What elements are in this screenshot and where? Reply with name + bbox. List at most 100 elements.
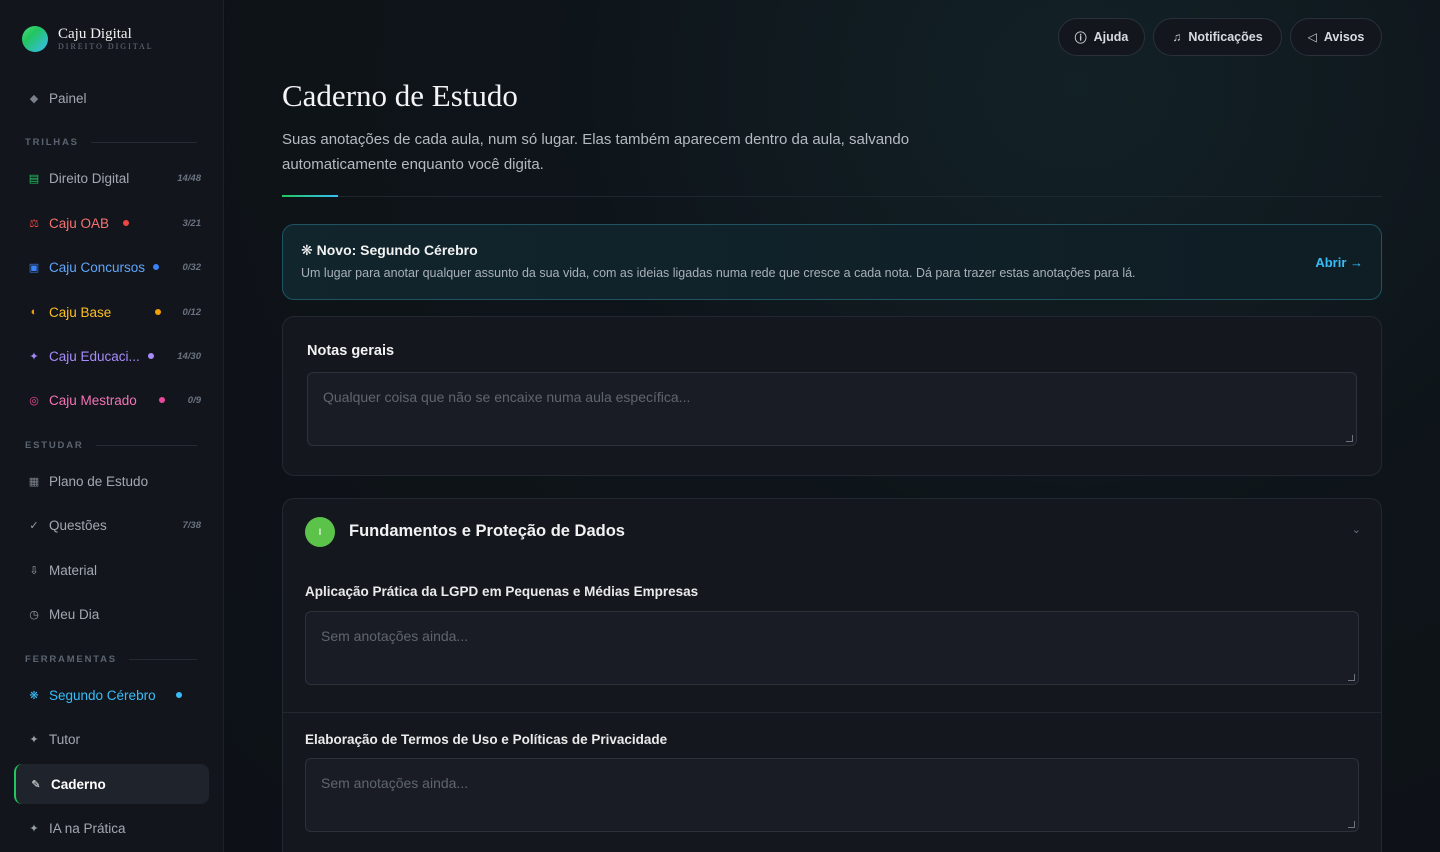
page-subtitle: Suas anotações de cada aula, num só luga… — [282, 131, 910, 173]
sidebar-item-caju-oab[interactable]: ⚖ Caju OAB 3/21 — [14, 204, 209, 242]
status-dot — [158, 397, 165, 403]
check-icon: ✓ — [29, 519, 39, 532]
scales-icon: ⚖ — [29, 217, 39, 230]
textarea-placeholder: Qualquer coisa que não se encaixe numa a… — [323, 389, 691, 405]
help-icon: ⓘ — [1074, 30, 1087, 45]
brand[interactable]: Caju Digital DIREITO DIGITAL — [22, 26, 154, 52]
progress-count: 0/9 — [187, 394, 201, 406]
brand-subtitle: DIREITO DIGITAL — [58, 42, 154, 51]
lesson-notes-textarea[interactable]: Sem anotações ainda... — [305, 758, 1359, 832]
help-button-label: Ajuda — [1093, 30, 1129, 44]
sidebar-item-direito-digital[interactable]: ▤ Direito Digital 14/48 — [14, 159, 209, 197]
sidebar-item-painel[interactable]: ◆ Painel — [14, 79, 209, 117]
progress-count: 0/12 — [182, 306, 202, 318]
lesson-notes-textarea[interactable]: Sem anotações ainda... — [305, 611, 1359, 685]
title-divider — [282, 196, 1382, 197]
diamond-icon: ◆ — [29, 92, 39, 105]
module-title: Fundamentos e Proteção de Dados — [349, 522, 625, 540]
sidebar-item-caju-concursos[interactable]: ▣ Caju Concursos 0/32 — [14, 248, 209, 286]
target-icon: ◎ — [29, 394, 39, 407]
sidebar-item-caderno[interactable]: ✎ Caderno — [14, 764, 209, 804]
sidebar-item-label: Tutor — [49, 731, 81, 747]
sidebar-item-plano-de-estudo[interactable]: ▦ Plano de Estudo — [14, 462, 209, 500]
sidebar-item-label: Material — [49, 562, 98, 578]
sidebar-item-label: Caju Base — [49, 304, 112, 320]
status-dot — [155, 309, 162, 315]
star-icon: ✦ — [29, 733, 39, 746]
sidebar-item-label: Questões — [49, 517, 107, 533]
title-divider-accent — [282, 195, 338, 197]
download-icon: ⇩ — [29, 564, 39, 577]
half-circle-icon: ◐ — [30, 306, 38, 318]
brand-logo — [22, 26, 48, 52]
book-icon: ▤ — [28, 172, 40, 185]
sparkle-icon: ✦ — [29, 350, 39, 363]
lesson-title: Elaboração de Termos de Uso e Políticas … — [305, 732, 668, 747]
lesson-divider — [283, 712, 1381, 713]
sidebar-item-label: Caju Educaci... — [49, 348, 140, 364]
sidebar-item-label: Caju Concursos — [49, 259, 146, 275]
snowflake-icon: ❋ — [29, 689, 39, 702]
resize-handle-icon[interactable] — [1348, 821, 1355, 828]
sidebar-item-label: Meu Dia — [49, 606, 100, 622]
chevron-down-icon[interactable]: ⌄ — [1352, 523, 1361, 536]
clock-icon: ◷ — [29, 608, 39, 621]
page-title: Caderno de Estudo — [282, 78, 518, 113]
progress-count: 7/38 — [182, 519, 202, 531]
segundo-cerebro-banner: ❋ Novo: Segundo Cérebro Um lugar para an… — [282, 224, 1382, 300]
sidebar-item-material[interactable]: ⇩ Material — [14, 551, 209, 589]
module-badge: I — [305, 517, 335, 547]
resize-handle-icon[interactable] — [1346, 435, 1353, 442]
status-dot — [147, 353, 154, 359]
star-icon: ✦ — [29, 822, 39, 835]
notices-button-label: Avisos — [1323, 30, 1365, 44]
status-dot — [153, 264, 160, 270]
help-button[interactable]: ⓘ Ajuda — [1058, 18, 1145, 56]
megaphone-icon: ◁ — [1307, 30, 1317, 44]
sidebar-item-ia-na-pratica[interactable]: ✦ IA na Prática — [14, 809, 209, 847]
sidebar-item-tutor[interactable]: ✦ Tutor — [14, 720, 209, 758]
status-dot — [123, 220, 130, 226]
banner-text: Um lugar para anotar qualquer assunto da… — [301, 266, 1136, 280]
textarea-placeholder: Sem anotações ainda... — [321, 628, 469, 644]
sidebar-item-caju-base[interactable]: ◐ Caju Base 0/12 — [14, 293, 209, 331]
progress-count: 3/21 — [182, 217, 202, 229]
sidebar-item-label: Direito Digital — [49, 170, 130, 186]
general-notes-card: Notas gerais Qualquer coisa que não se e… — [282, 316, 1382, 476]
progress-count: 14/30 — [177, 350, 201, 362]
sidebar-item-caju-educacional[interactable]: ✦ Caju Educaci... 14/30 — [14, 337, 209, 375]
general-notes-textarea[interactable]: Qualquer coisa que não se encaixe numa a… — [307, 372, 1357, 446]
notices-button[interactable]: ◁ Avisos — [1290, 18, 1382, 56]
building-icon: ▣ — [28, 261, 40, 274]
pen-icon: ✎ — [31, 778, 41, 791]
section-label-ferramentas: FERRAMENTAS — [25, 654, 197, 665]
notifications-button[interactable]: ♫ Notificações — [1153, 18, 1282, 56]
section-label-estudar: ESTUDAR — [25, 440, 197, 451]
sidebar-item-label: Plano de Estudo — [49, 473, 149, 489]
sidebar-item-segundo-cerebro[interactable]: ❋ Segundo Cérebro — [14, 676, 209, 714]
progress-count: 0/32 — [182, 261, 202, 273]
lesson-title: Aplicação Prática da LGPD em Pequenas e … — [305, 584, 699, 599]
banner-title: ❋ Novo: Segundo Cérebro — [301, 242, 478, 258]
textarea-placeholder: Sem anotações ainda... — [321, 775, 469, 791]
notifications-button-label: Notificações — [1188, 30, 1263, 44]
sidebar-item-label: Painel — [49, 90, 87, 106]
sidebar-item-questoes[interactable]: ✓ Questões 7/38 — [14, 506, 209, 544]
sidebar-item-label: Segundo Cérebro — [49, 687, 156, 703]
sidebar-item-label: Caju OAB — [49, 215, 110, 231]
sidebar: Caju Digital DIREITO DIGITAL ◆ Painel TR… — [0, 0, 224, 852]
general-notes-heading: Notas gerais — [307, 343, 395, 359]
section-label-trilhas: TRILHAS — [25, 137, 197, 148]
progress-count: 14/48 — [177, 172, 201, 184]
banner-open-link[interactable]: Abrir → — [1315, 255, 1363, 270]
sidebar-item-label: IA na Prática — [49, 820, 126, 836]
calendar-icon: ▦ — [28, 475, 40, 488]
module-card: I Fundamentos e Proteção de Dados ⌄ Apli… — [282, 498, 1382, 852]
status-dot — [175, 692, 182, 698]
sidebar-item-caju-mestrado[interactable]: ◎ Caju Mestrado 0/9 — [14, 381, 209, 419]
bell-icon: ♫ — [1172, 30, 1182, 44]
sidebar-item-meu-dia[interactable]: ◷ Meu Dia — [14, 595, 209, 633]
resize-handle-icon[interactable] — [1348, 674, 1355, 681]
sidebar-item-label: Caderno — [51, 776, 106, 792]
sidebar-item-label: Caju Mestrado — [49, 392, 137, 408]
